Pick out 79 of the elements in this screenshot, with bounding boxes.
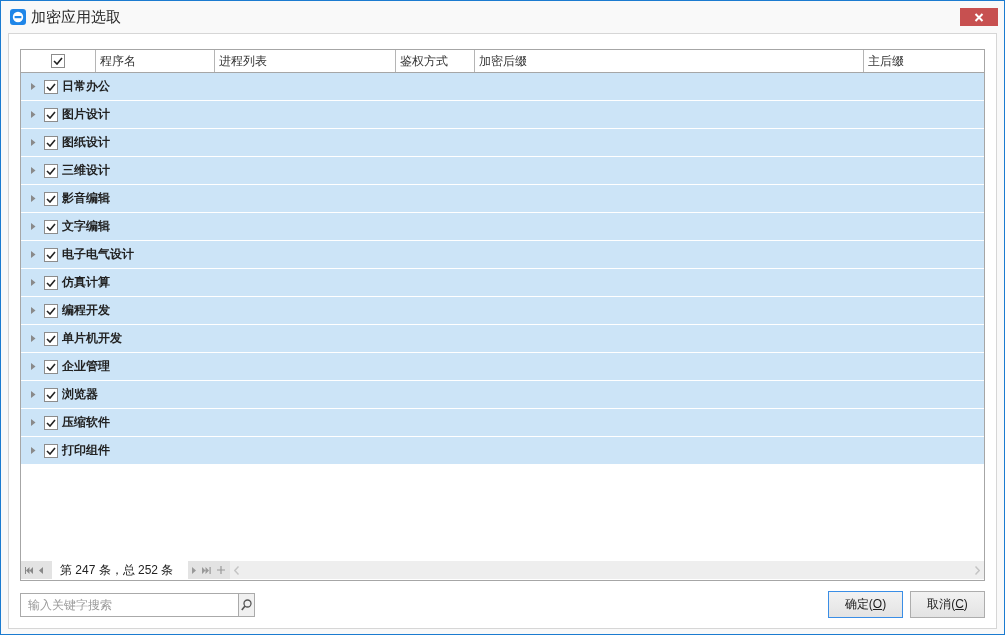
- group-row[interactable]: 压缩软件: [21, 409, 984, 437]
- group-checkbox[interactable]: [44, 163, 58, 178]
- caret-right-icon[interactable]: [31, 111, 36, 118]
- group-name: 浏览器: [62, 386, 98, 403]
- group-checkbox[interactable]: [44, 79, 58, 94]
- caret-right-icon[interactable]: [31, 307, 36, 314]
- group-checkbox[interactable]: [44, 219, 58, 234]
- group-row[interactable]: 单片机开发: [21, 325, 984, 353]
- caret-right-icon[interactable]: [31, 279, 36, 286]
- group-row[interactable]: 打印组件: [21, 437, 984, 465]
- group-row[interactable]: 文字编辑: [21, 213, 984, 241]
- group-name: 影音编辑: [62, 190, 110, 207]
- group-row[interactable]: 图纸设计: [21, 129, 984, 157]
- group-checkbox[interactable]: [44, 135, 58, 150]
- caret-right-icon[interactable]: [31, 363, 36, 370]
- caret-right-icon[interactable]: [31, 83, 36, 90]
- group-row[interactable]: 图片设计: [21, 101, 984, 129]
- record-count: 第 247 条，总 252 条: [52, 561, 188, 579]
- group-row[interactable]: 三维设计: [21, 157, 984, 185]
- caret-right-icon[interactable]: [31, 391, 36, 398]
- group-checkbox[interactable]: [44, 387, 58, 402]
- next-page-icon[interactable]: [192, 565, 196, 575]
- caret-right-icon[interactable]: [31, 139, 36, 146]
- search-button[interactable]: [238, 592, 255, 617]
- group-name: 电子电气设计: [62, 246, 134, 263]
- close-button[interactable]: [960, 8, 998, 26]
- group-checkbox[interactable]: [44, 107, 58, 122]
- group-name: 三维设计: [62, 162, 110, 179]
- window-title: 加密应用选取: [31, 8, 121, 26]
- caret-right-icon[interactable]: [31, 251, 36, 258]
- group-name: 打印组件: [62, 442, 110, 459]
- group-name: 仿真计算: [62, 274, 110, 291]
- group-name: 图纸设计: [62, 134, 110, 151]
- group-checkbox[interactable]: [44, 331, 58, 346]
- caret-right-icon[interactable]: [31, 195, 36, 202]
- app-logo-icon: [10, 9, 26, 25]
- caret-right-icon[interactable]: [31, 335, 36, 342]
- search-field[interactable]: 输入关键字搜索: [20, 592, 238, 617]
- last-page-icon[interactable]: [202, 565, 211, 575]
- group-name: 企业管理: [62, 358, 110, 375]
- group-checkbox[interactable]: [44, 443, 58, 458]
- group-checkbox[interactable]: [44, 191, 58, 206]
- group-checkbox[interactable]: [44, 359, 58, 374]
- caret-right-icon[interactable]: [31, 167, 36, 174]
- select-all-checkbox[interactable]: [51, 54, 65, 68]
- prev-page-icon[interactable]: [39, 565, 43, 575]
- group-name: 压缩软件: [62, 414, 110, 431]
- close-icon: [974, 12, 984, 22]
- group-name: 文字编辑: [62, 218, 110, 235]
- caret-right-icon[interactable]: [31, 223, 36, 230]
- column-header[interactable]: 加密后缀: [479, 52, 527, 70]
- caret-right-icon[interactable]: [31, 447, 36, 454]
- group-row[interactable]: 仿真计算: [21, 269, 984, 297]
- caret-right-icon[interactable]: [31, 419, 36, 426]
- group-row[interactable]: 企业管理: [21, 353, 984, 381]
- group-name: 单片机开发: [62, 330, 122, 347]
- group-row[interactable]: 浏览器: [21, 381, 984, 409]
- scroll-right-icon[interactable]: [975, 565, 980, 575]
- group-checkbox[interactable]: [44, 247, 58, 262]
- group-checkbox[interactable]: [44, 415, 58, 430]
- group-name: 编程开发: [62, 302, 110, 319]
- group-row[interactable]: 影音编辑: [21, 185, 984, 213]
- group-checkbox[interactable]: [44, 275, 58, 290]
- column-header[interactable]: 程序名: [100, 52, 136, 70]
- dialog-button[interactable]: 确定(O): [828, 591, 903, 618]
- group-checkbox[interactable]: [44, 303, 58, 318]
- group-row[interactable]: 电子电气设计: [21, 241, 984, 269]
- group-row[interactable]: 日常办公: [21, 73, 984, 101]
- scroll-left-icon[interactable]: [234, 565, 239, 575]
- group-row[interactable]: 编程开发: [21, 297, 984, 325]
- first-page-icon[interactable]: [25, 565, 33, 575]
- search-icon: [241, 598, 252, 611]
- column-header[interactable]: 鉴权方式: [400, 52, 448, 70]
- column-header[interactable]: 主后缀: [868, 52, 904, 70]
- column-header[interactable]: 进程列表: [219, 52, 267, 70]
- group-name: 日常办公: [62, 78, 110, 95]
- dialog-button[interactable]: 取消(C): [910, 591, 985, 618]
- add-icon[interactable]: [217, 565, 225, 575]
- group-name: 图片设计: [62, 106, 110, 123]
